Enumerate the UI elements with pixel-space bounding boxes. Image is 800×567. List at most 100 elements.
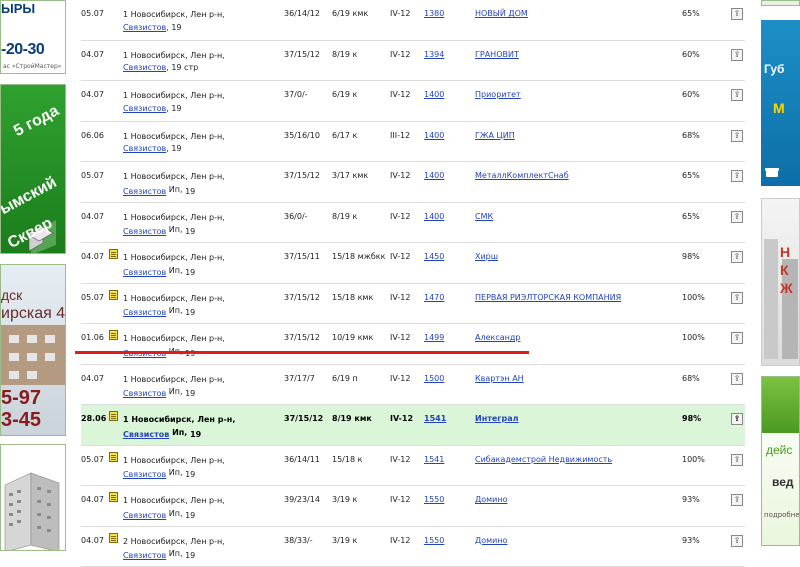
agency-link[interactable]: Домино [475,536,508,545]
agency-link[interactable]: МеталлКомплектСнаб [475,171,569,180]
bookmark-button[interactable]: ⇪ [731,373,743,385]
banner-line: дейс [766,443,792,457]
bookmark-button[interactable]: ⇪ [731,130,743,142]
price-link[interactable]: 1450 [424,252,444,261]
bookmark-button[interactable]: ⇪ [731,535,743,547]
bookmark-button[interactable]: ⇪ [731,89,743,101]
agency-link[interactable]: ПЕРВАЯ РИЭЛТОРСКАЯ КОМПАНИЯ [475,293,621,302]
document-icon[interactable] [109,249,118,261]
bookmark-button[interactable]: ⇪ [731,211,743,223]
agency-link[interactable]: Сибакадемстрой Недвижимость [475,455,612,464]
house-number: 19 [183,511,196,520]
price-link[interactable]: 1550 [424,495,444,504]
address-cell: 2 Новосибирск, Лен р-н,Связистов Ип, 19 [123,536,225,563]
street-link[interactable]: Связистов [123,227,166,236]
document-icon[interactable] [109,492,118,504]
series-cell: IV-12 [390,536,410,545]
ip-mark: Ип, [169,306,183,315]
document-icon[interactable] [109,452,118,464]
agency-link[interactable]: Домино [475,495,508,504]
bookmark-button[interactable]: ⇪ [731,251,743,263]
address-cell: 1 Новосибирск, Лен р-н,Связистов, 19 [123,131,225,156]
agency-link[interactable]: Приоритет [475,90,521,99]
price-link[interactable]: 1400 [424,90,444,99]
street-link[interactable]: Связистов [123,268,166,277]
floor-cell: 8/19 к [332,212,357,221]
completeness-cell: 100% [682,333,705,342]
price-link[interactable]: 1499 [424,333,444,342]
agency-link[interactable]: Хирш [475,252,498,261]
price-link[interactable]: 1400 [424,131,444,140]
price-link[interactable]: 1400 [424,212,444,221]
document-icon[interactable] [109,290,118,302]
street-link[interactable]: Связистов [123,308,166,317]
floor-cell: 10/19 кмк [332,333,373,342]
address-cell: 1 Новосибирск, Лен р-н,Связистов Ип, 19 [123,212,225,239]
price-link[interactable]: 1380 [424,9,444,18]
ad-banner-stroymaster[interactable]: ЫРЫ -20-30 ас «СтройМастер» [0,0,66,74]
price-link[interactable]: 1470 [424,293,444,302]
bookmark-button[interactable]: ⇪ [731,8,743,20]
street-link[interactable]: Связистов [123,389,166,398]
price-link[interactable]: 1400 [424,171,444,180]
ad-banner-green[interactable]: дейс вед подробне [761,376,800,546]
bookmark-button[interactable]: ⇪ [731,494,743,506]
ad-banner-top-right[interactable] [761,0,800,6]
price-link[interactable]: 1394 [424,50,444,59]
street-link[interactable]: Связистов [123,144,166,153]
street-link[interactable]: Связистов [123,470,166,479]
address-cell: 1 Новосибирск, Лен р-н,Связистов, 19 [123,90,225,115]
date-cell: 05.07 [81,455,104,464]
street-link[interactable]: Связистов [123,551,166,560]
street-link[interactable]: Связистов [123,511,166,520]
price-cell: 1541 [424,455,444,464]
price-link[interactable]: 1500 [424,374,444,383]
table-row: 04.071 Новосибирск, Лен р-н,Связистов Ип… [81,243,745,284]
date-cell: 04.07 [81,252,104,261]
agency-link[interactable]: ГРАНОВИТ [475,50,519,59]
address-cell: 1 Новосибирск, Лен р-н,Связистов Ип, 19 [123,455,225,482]
agency-link[interactable]: Александр [475,333,520,342]
agency-link[interactable]: ГЖА ЦИП [475,131,515,140]
price-link[interactable]: 1550 [424,536,444,545]
address-cell: 1 Новосибирск, Лен р-н,Связистов Ип, 19 [123,171,225,198]
table-row: 28.061 Новосибирск, Лен р-н,Связистов Ип… [81,405,745,446]
document-icon[interactable] [109,533,118,545]
ad-banner-towers[interactable]: Н К Ж [761,198,800,366]
street-link[interactable]: Связистов [123,104,166,113]
ad-banner-blue[interactable]: Губ М [761,20,800,186]
agency-link[interactable]: Квартэн АН [475,374,524,383]
bookmark-button[interactable]: ⇪ [731,292,743,304]
street-link[interactable]: Связистов [123,23,166,32]
completeness-cell: 60% [682,90,700,99]
agency-link[interactable]: Интеграл [475,414,518,423]
banner-line: вед [772,475,794,489]
agency-cell: Сибакадемстрой Недвижимость [475,455,612,464]
agency-link[interactable]: СМК [475,212,493,221]
street-link[interactable]: Связистов [123,430,169,439]
agency-link[interactable]: НОВЫЙ ДОМ [475,9,528,18]
price-link[interactable]: 1541 [424,414,446,423]
street-link[interactable]: Связистов [123,187,166,196]
completeness-cell: 65% [682,171,700,180]
street-link[interactable]: Связистов [123,63,166,72]
bookmark-button[interactable]: ⇪ [731,332,743,344]
bookmark-button[interactable]: ⇪ [731,170,743,182]
agency-cell: НОВЫЙ ДОМ [475,9,528,18]
bookmark-button[interactable]: ⇪ [731,454,743,466]
agency-cell: ГЖА ЦИП [475,131,515,140]
ad-banner-square[interactable]: 5 года ымский Сквер [0,84,66,254]
bookmark-button[interactable]: ⇪ [731,413,743,425]
ad-banner-buildings[interactable] [0,444,66,551]
banner-phone: 3-45 [1,409,41,432]
ad-banner-house[interactable]: дск ирская 4 5-97 3-45 [0,264,66,436]
date-cell: 04.07 [81,90,104,99]
document-icon[interactable] [109,330,118,342]
banner-link[interactable]: подробне [764,511,800,519]
phone-icon [765,168,779,178]
price-link[interactable]: 1541 [424,455,444,464]
floor-cell: 6/19 кмк [332,9,368,18]
agency-cell: Хирш [475,252,498,261]
bookmark-button[interactable]: ⇪ [731,49,743,61]
document-icon[interactable] [109,411,118,423]
